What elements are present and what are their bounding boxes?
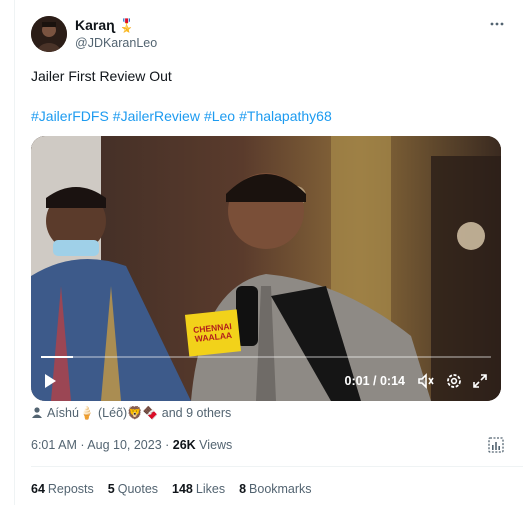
- likes-label: Likes: [195, 482, 226, 496]
- divider: [31, 466, 523, 467]
- engagement-stats: 64 Reposts 5 Quotes 148 Likes 8 Bookmarks: [31, 482, 312, 496]
- quotes-stat[interactable]: 5 Quotes: [108, 482, 158, 496]
- author-display-name[interactable]: Karaɳ: [75, 17, 115, 33]
- likes-stat[interactable]: 148 Likes: [172, 482, 225, 496]
- avatar[interactable]: [31, 16, 67, 52]
- hashtag-link[interactable]: #Thalapathy68: [239, 108, 332, 124]
- video-timecode: 0:01 / 0:14: [344, 374, 405, 388]
- bookmarks-stat[interactable]: 8 Bookmarks: [239, 482, 311, 496]
- reposts-stat[interactable]: 64 Reposts: [31, 482, 94, 496]
- more-horizontal-icon[interactable]: [489, 16, 505, 37]
- author-handle[interactable]: @JDKaranLeo: [75, 36, 157, 50]
- tweet-card: Karaɳ 🎖️ @JDKaranLeo Jailer First Review…: [14, 0, 523, 505]
- mic-flag-text: WAALAA: [194, 330, 233, 344]
- tweet-timestamp[interactable]: 6:01 AM · Aug 10, 2023 ·: [31, 438, 173, 452]
- analytics-icon[interactable]: [487, 436, 505, 454]
- tweet-text: Jailer First Review Out: [31, 68, 172, 84]
- views-label: Views: [195, 438, 233, 452]
- volume-muted-icon[interactable]: [417, 372, 435, 390]
- hashtag-link[interactable]: #JailerReview: [113, 108, 200, 124]
- video-player[interactable]: CHENNAI WAALAA 0:01 / 0:14: [31, 136, 501, 401]
- views-count: 26K: [172, 438, 196, 452]
- reposts-count: 64: [31, 482, 45, 496]
- bookmarks-count: 8: [239, 482, 247, 496]
- hashtag-link[interactable]: #JailerFDFS: [31, 108, 109, 124]
- likes-count: 148: [172, 482, 193, 496]
- fullscreen-icon[interactable]: [471, 372, 489, 390]
- play-icon[interactable]: [41, 372, 59, 390]
- quotes-label: Quotes: [117, 482, 159, 496]
- liked-by-text: Aíshú🍦 (Léõ)🦁🍫 and 9 others: [47, 406, 232, 420]
- settings-icon[interactable]: [445, 372, 463, 390]
- hashtag-list: #JailerFDFS #JailerReview #Leo #Thalapat…: [31, 108, 332, 124]
- medal-icon: 🎖️: [118, 17, 135, 33]
- video-frame: [31, 136, 501, 401]
- liked-by-row[interactable]: Aíshú🍦 (Léõ)🦁🍫 and 9 others: [31, 406, 231, 421]
- video-progress-bar[interactable]: [41, 356, 491, 358]
- person-icon: [31, 406, 43, 421]
- video-progress-fill: [41, 356, 73, 358]
- author-name-row[interactable]: Karaɳ 🎖️: [75, 17, 135, 33]
- bookmarks-label: Bookmarks: [249, 482, 312, 496]
- quotes-count: 5: [107, 482, 115, 496]
- hashtag-link[interactable]: #Leo: [204, 108, 235, 124]
- mic-flag-logo: CHENNAI WAALAA: [184, 309, 242, 357]
- tweet-meta: 6:01 AM · Aug 10, 2023 · 26K Views: [31, 438, 232, 452]
- reposts-label: Reposts: [47, 482, 94, 496]
